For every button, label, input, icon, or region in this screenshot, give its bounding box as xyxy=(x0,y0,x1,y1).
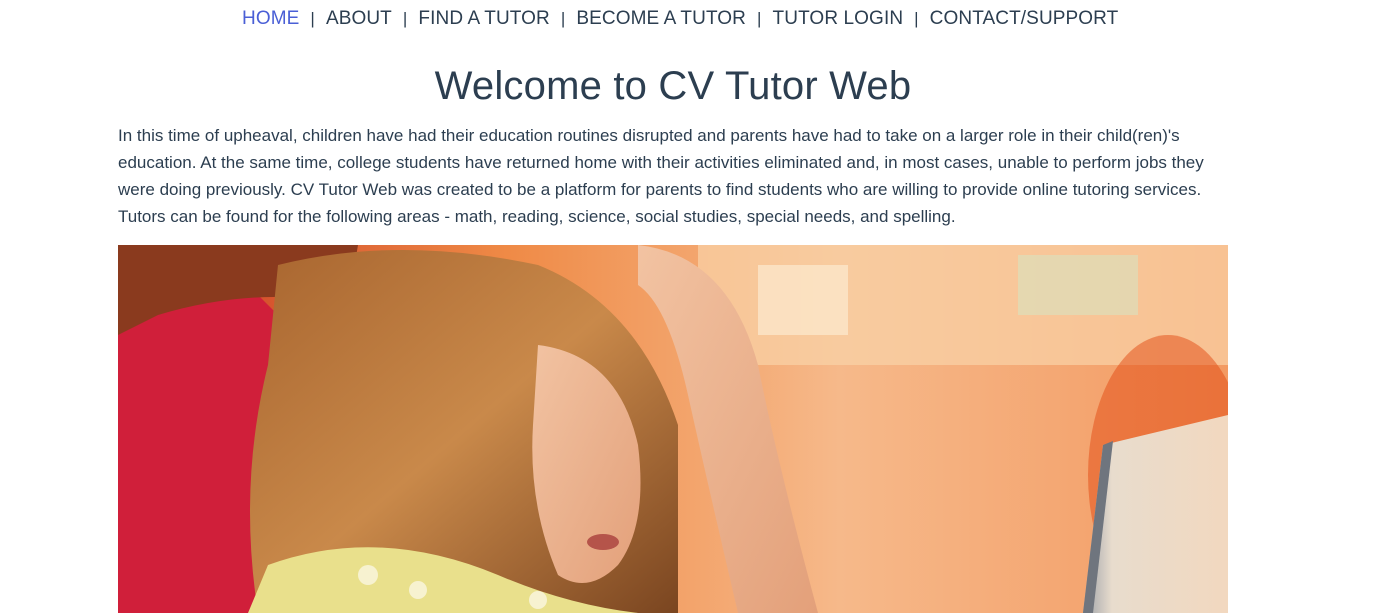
nav-home-link[interactable]: HOME xyxy=(242,8,299,30)
nav-separator: | xyxy=(310,9,315,28)
nav-separator: | xyxy=(560,9,566,28)
hero-image xyxy=(118,245,1228,613)
nav-contact-support-link[interactable]: CONTACT/SUPPORT xyxy=(930,8,1119,30)
window-light xyxy=(758,265,848,335)
hero-photo-illustration xyxy=(118,245,1228,613)
nav-tutor-login-link[interactable]: TUTOR LOGIN xyxy=(773,8,904,30)
nav-separator: | xyxy=(914,9,919,28)
page-title: Welcome to CV Tutor Web xyxy=(434,64,912,108)
dress-flower xyxy=(409,581,427,599)
nav-separator: | xyxy=(402,9,408,28)
main-nav: HOME | ABOUT | FIND A TUTOR | BECOME A T… xyxy=(242,8,1118,30)
nav-find-a-tutor-link[interactable]: FIND A TUTOR xyxy=(418,8,549,30)
child-mouth xyxy=(587,534,619,550)
intro-paragraph: In this time of upheaval, children have … xyxy=(118,126,1204,226)
dress-flower xyxy=(529,591,547,609)
dress-flower xyxy=(358,565,378,585)
nav-become-a-tutor-link[interactable]: BECOME A TUTOR xyxy=(576,8,746,30)
window-light xyxy=(1018,255,1138,315)
nav-about-link[interactable]: ABOUT xyxy=(326,8,392,30)
nav-separator: | xyxy=(757,9,762,28)
